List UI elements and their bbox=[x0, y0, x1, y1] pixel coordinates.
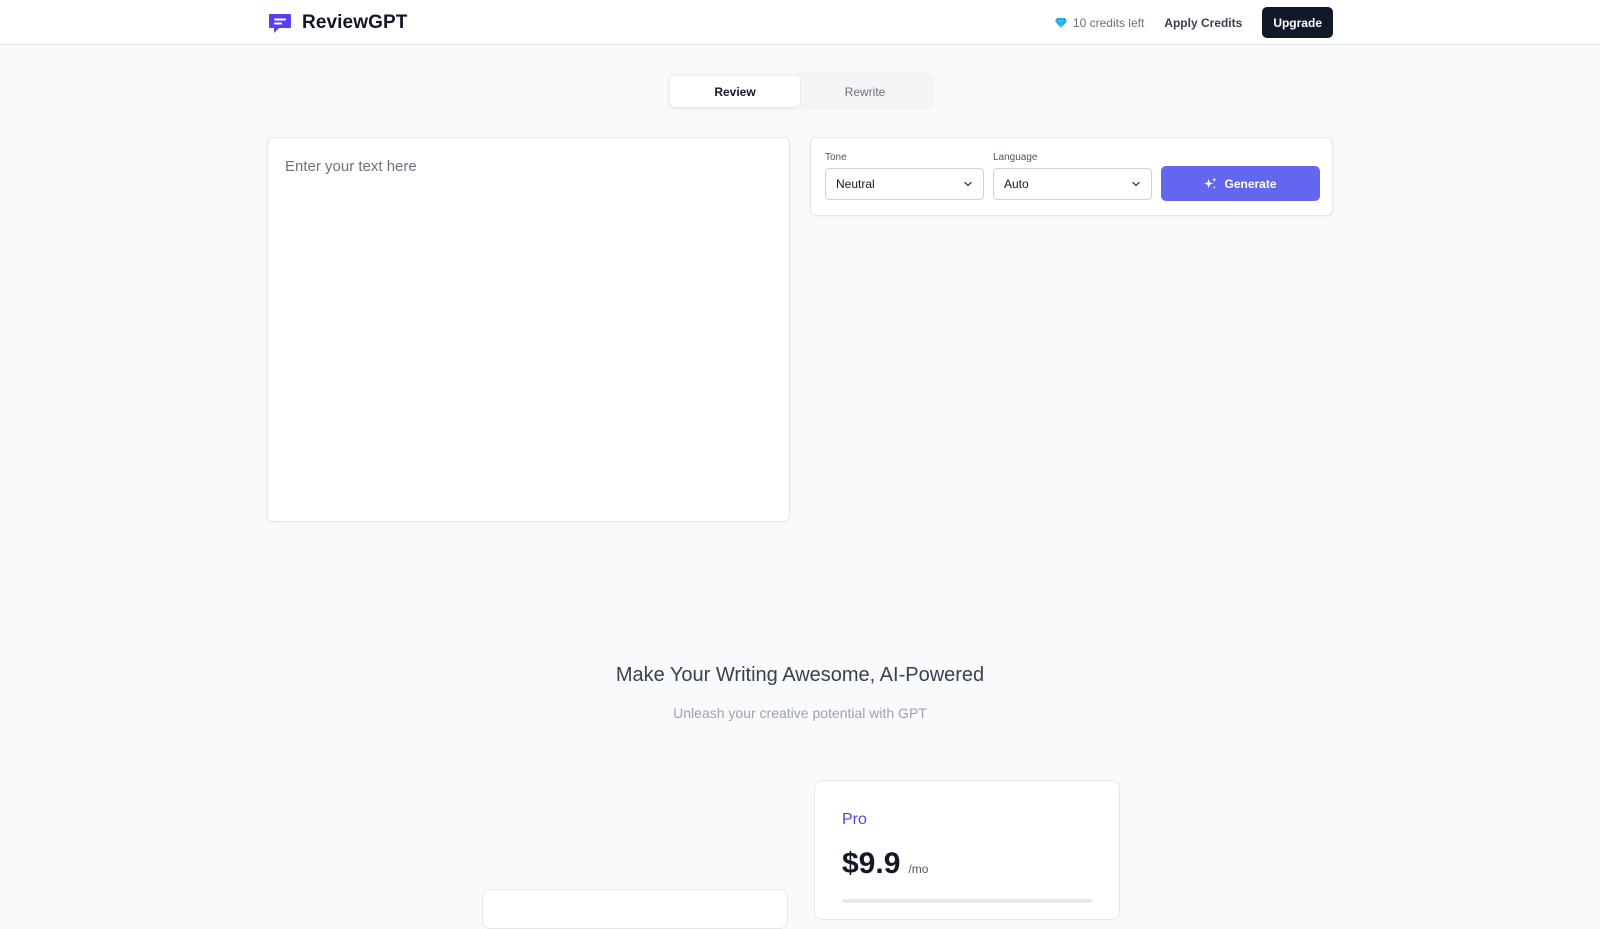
credits-text: 10 credits left bbox=[1072, 15, 1145, 30]
top-nav: ReviewGPT 10 credits left Apply Credits … bbox=[0, 0, 1600, 45]
mode-tabs: Review Rewrite bbox=[667, 73, 933, 110]
language-label: Language bbox=[993, 152, 1038, 163]
generate-button[interactable]: Generate bbox=[1161, 166, 1320, 201]
plan-price: $9.9 /mo bbox=[842, 847, 928, 881]
tone-field: Tone Neutral bbox=[825, 152, 984, 200]
brand[interactable]: ReviewGPT bbox=[268, 11, 407, 35]
diamond-icon bbox=[1054, 17, 1067, 28]
pricing-card-pro: Pro $9.9 /mo bbox=[814, 780, 1120, 920]
tone-label: Tone bbox=[825, 152, 847, 163]
price-amount: $9.9 bbox=[842, 847, 901, 880]
upgrade-button[interactable]: Upgrade bbox=[1262, 7, 1333, 38]
text-input[interactable] bbox=[268, 138, 789, 521]
tone-value: Neutral bbox=[836, 177, 875, 191]
generate-label: Generate bbox=[1224, 176, 1277, 191]
tone-select[interactable]: Neutral bbox=[825, 168, 984, 200]
brand-name: ReviewGPT bbox=[302, 12, 408, 33]
chevron-down-icon bbox=[964, 181, 972, 187]
chat-message-icon bbox=[269, 14, 291, 33]
price-period: /mo bbox=[908, 862, 929, 876]
language-select[interactable]: Auto bbox=[993, 168, 1152, 200]
plan-name: Pro bbox=[842, 811, 867, 828]
chevron-down-icon bbox=[1132, 181, 1140, 187]
tab-review[interactable]: Review bbox=[670, 76, 800, 107]
generation-controls: Tone Neutral Language Auto Generate bbox=[810, 137, 1333, 216]
language-value: Auto bbox=[1004, 177, 1029, 191]
language-field: Language Auto bbox=[993, 152, 1152, 200]
text-editor bbox=[267, 137, 790, 522]
header-actions: 10 credits left Apply Credits Upgrade bbox=[1054, 7, 1333, 38]
apply-credits-link[interactable]: Apply Credits bbox=[1164, 16, 1242, 30]
tab-rewrite[interactable]: Rewrite bbox=[800, 76, 930, 107]
sparkle-icon bbox=[1204, 177, 1218, 189]
pricing-card-free bbox=[482, 889, 788, 929]
marketing-title: Make Your Writing Awesome, AI-Powered bbox=[615, 664, 985, 686]
credits-indicator: 10 credits left bbox=[1054, 15, 1145, 30]
marketing-subtitle: Unleash your creative potential with GPT bbox=[673, 705, 927, 721]
